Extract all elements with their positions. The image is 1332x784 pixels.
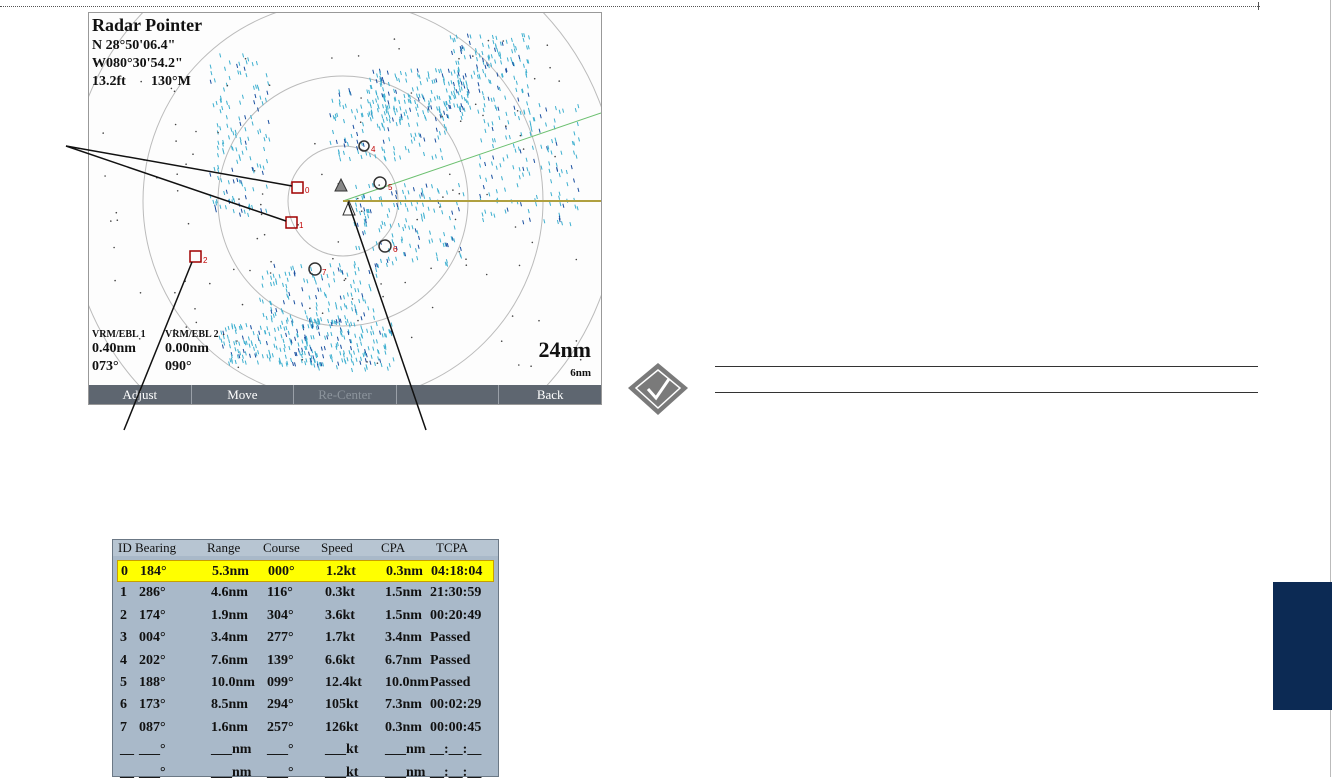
table-cell: 202° [139, 652, 166, 668]
table-cell: 277° [267, 630, 294, 646]
table-cell: 2 [120, 607, 127, 623]
table-cell: 139° [267, 652, 294, 668]
note-icon [628, 363, 688, 415]
table-cell: ___nm [385, 742, 426, 758]
table-cell: 5 [120, 675, 127, 690]
table-row[interactable]: __ ___° ___nm ___° ___kt ___nm __:__:__ [117, 762, 494, 784]
col-header-id: ID [118, 540, 132, 555]
col-header-cpa: CPA [381, 540, 406, 555]
table-cell: 0.3nm [386, 564, 423, 579]
table-cell: 304° [267, 607, 294, 623]
table-cell: ___° [267, 742, 294, 758]
table-cell: 4 [120, 652, 127, 668]
table-row[interactable]: 4 202° 7.6nm 139° 6.6kt 6.7nm Passed [117, 650, 494, 672]
table-row[interactable]: 5 188° 10.0nm 099° 12.4kt 10.0nm Passed [117, 672, 494, 694]
table-cell: 04:18:04 [431, 564, 483, 579]
table-cell: 21:30:59 [430, 585, 482, 601]
table-cell: ___° [139, 764, 166, 780]
page-top-rule-end [1258, 2, 1259, 10]
table-cell: 3.4nm [385, 630, 422, 646]
table-row[interactable]: __ ___° ___nm ___° ___kt ___nm __:__:__ [117, 739, 494, 761]
table-cell: 10.0nm [211, 675, 255, 690]
table-cell: 294° [267, 697, 294, 713]
table-cell: 1.7kt [325, 630, 355, 646]
table-cell: 1.5nm [385, 585, 422, 601]
table-cell: 188° [139, 675, 166, 690]
table-cell: 00:00:45 [430, 719, 482, 735]
leader-line [347, 201, 427, 431]
table-cell: 7 [120, 719, 127, 735]
table-cell: 126kt [325, 719, 359, 735]
table-cell: 099° [267, 675, 294, 690]
table-cell: 1.6nm [211, 719, 248, 735]
section-tab [1273, 582, 1332, 710]
table-header: ID Bearing Range Course Speed CPA TCPA [113, 540, 498, 556]
table-cell: 10.0nm [385, 675, 429, 690]
table-cell: 000° [268, 564, 295, 579]
table-cell: 00:02:29 [430, 697, 482, 713]
table-row[interactable]: 0 184° 5.3nm 000° 1.2kt 0.3nm 04:18:04 [117, 560, 494, 582]
table-cell: 004° [139, 630, 166, 646]
table-cell: 116° [267, 585, 293, 601]
table-cell: ___° [139, 742, 166, 758]
table-cell: 6.7nm [385, 652, 422, 668]
table-row[interactable]: 2 174° 1.9nm 304° 3.6kt 1.5nm 00:20:49 [117, 605, 494, 627]
leader-line [65, 145, 293, 187]
col-header-range: Range [207, 540, 241, 555]
table-cell: __ [120, 742, 134, 758]
leader-line [65, 145, 287, 222]
table-cell: 1.5nm [385, 607, 422, 623]
leader-lines [65, 145, 427, 431]
table-cell: 8.5nm [211, 697, 248, 713]
table-cell: 257° [267, 719, 294, 735]
table-cell: Passed [430, 652, 471, 668]
table-cell: ___nm [211, 764, 252, 780]
table-row[interactable]: 3 004° 3.4nm 277° 1.7kt 3.4nm Passed [117, 627, 494, 649]
table-cell: 0.3nm [385, 719, 422, 735]
table-cell: __:__:__ [430, 742, 482, 758]
table-cell: 173° [139, 697, 166, 713]
table-cell: 174° [139, 607, 166, 623]
leader-line [123, 261, 193, 431]
table-cell: Passed [430, 630, 471, 646]
col-header-course: Course [263, 540, 300, 555]
target-table: ID Bearing Range Course Speed CPA TCPA 0… [112, 539, 499, 780]
table-cell: ___nm [211, 742, 252, 758]
table-cell: 1.2kt [326, 564, 356, 579]
table-cell: Passed [430, 675, 471, 690]
table-cell: 7.3nm [385, 697, 422, 713]
table-cell: 6.6kt [325, 652, 355, 668]
table-cell: ___kt [325, 764, 359, 780]
table-cell: 6 [120, 697, 127, 713]
table-cell: 0 [121, 564, 128, 579]
table-row[interactable]: 1 286° 4.6nm 116° 0.3kt 1.5nm 21:30:59 [117, 582, 494, 604]
table-row[interactable]: 6 173° 8.5nm 294° 105kt 7.3nm 00:02:29 [117, 694, 494, 716]
table-cell: 3 [120, 630, 127, 646]
table-cell: 00:20:49 [430, 607, 482, 623]
note-top-rule [715, 366, 1258, 367]
col-header-bearing: Bearing [135, 540, 177, 555]
table-cell: 3.6kt [325, 607, 355, 623]
table-cell: 12.4kt [325, 675, 362, 690]
table-cell: ___kt [325, 742, 359, 758]
table-cell: 7.6nm [211, 652, 248, 668]
col-header-tcpa: TCPA [436, 540, 469, 555]
table-cell: 0.3kt [325, 585, 355, 601]
table-cell: 1 [120, 585, 127, 601]
table-cell: __ [120, 764, 134, 780]
table-cell: 5.3nm [212, 564, 249, 579]
table-cell: 3.4nm [211, 630, 248, 646]
table-cell: ___nm [385, 764, 426, 780]
table-cell: 184° [140, 564, 167, 579]
table-row[interactable]: 7 087° 1.6nm 257° 126kt 0.3nm 00:00:45 [117, 717, 494, 739]
table-cell: 105kt [325, 697, 359, 713]
table-cell: 087° [139, 719, 166, 735]
table-cell: __:__:__ [430, 764, 482, 780]
table-cell: 286° [139, 585, 166, 601]
note-bottom-rule [715, 392, 1258, 393]
col-header-speed: Speed [321, 540, 353, 555]
table-cell: ___° [267, 764, 294, 780]
table-cell: 1.9nm [211, 607, 248, 623]
table-cell: 4.6nm [211, 585, 248, 601]
